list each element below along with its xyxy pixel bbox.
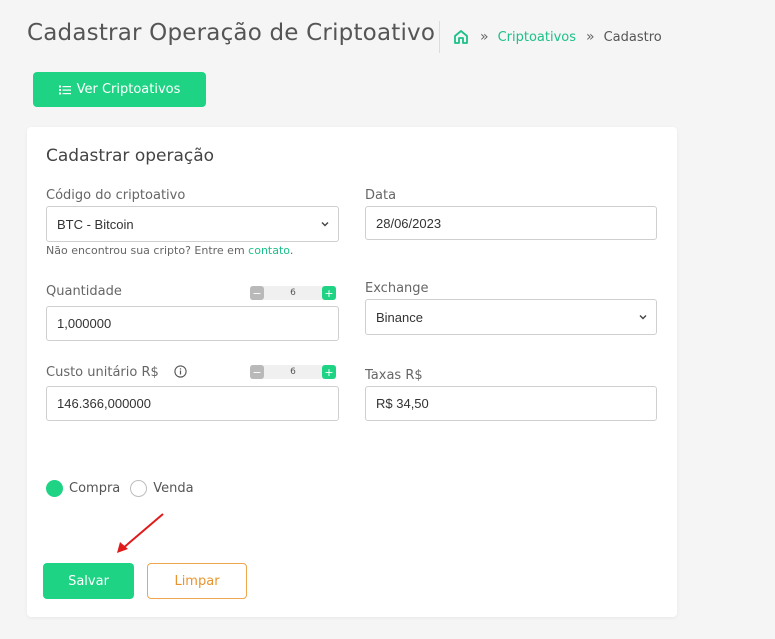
view-cryptoassets-button[interactable]: Ver Criptoativos: [33, 72, 206, 107]
home-icon[interactable]: [452, 28, 470, 46]
unit-cost-label: Custo unitário R$: [46, 365, 159, 380]
quantity-input[interactable]: 1,000000: [46, 306, 339, 341]
radio-venda-label: Venda: [153, 481, 194, 496]
contact-link[interactable]: contato: [248, 244, 290, 257]
quantity-decimals-value: 6: [290, 288, 296, 298]
info-icon[interactable]: [174, 365, 187, 378]
unit-cost-decimals-stepper: − 6 +: [250, 365, 336, 379]
fees-value: R$ 34,50: [376, 396, 429, 411]
breadcrumb-separator: »: [480, 29, 489, 45]
list-icon: [58, 85, 71, 95]
breadcrumb: » Criptoativos » Cadastro: [452, 26, 662, 48]
crypto-code-select[interactable]: BTC - Bitcoin: [46, 206, 339, 242]
chevron-down-icon: [320, 219, 330, 229]
exchange-select[interactable]: Binance: [365, 299, 657, 335]
hint-end: .: [289, 244, 294, 257]
radio-unselected-icon: [130, 480, 148, 497]
crypto-code-label: Código do criptoativo: [46, 188, 186, 203]
date-label: Data: [365, 188, 397, 203]
date-input[interactable]: 28/06/2023: [365, 206, 657, 240]
exchange-value: Binance: [376, 309, 423, 325]
increase-decimals-button[interactable]: +: [321, 286, 336, 300]
operation-type-radio-group: Compra Venda: [46, 480, 204, 497]
decrease-decimals-button[interactable]: −: [250, 286, 264, 300]
crypto-code-value: BTC - Bitcoin: [57, 216, 134, 232]
fees-label: Taxas R$: [365, 368, 423, 383]
quantity-decimals-stepper: − 6 +: [250, 286, 336, 300]
view-cryptoassets-label: Ver Criptoativos: [76, 82, 181, 97]
unit-cost-input[interactable]: 146.366,000000: [46, 386, 339, 421]
date-value: 28/06/2023: [376, 215, 442, 231]
chevron-down-icon: [638, 312, 648, 322]
decrease-decimals-button[interactable]: −: [250, 365, 264, 379]
breadcrumb-current: Cadastro: [603, 29, 662, 45]
increase-decimals-button[interactable]: +: [321, 365, 336, 379]
unit-cost-value: 146.366,000000: [57, 396, 151, 411]
red-arrow-annotation: [117, 513, 164, 553]
radio-selected-icon: [46, 480, 63, 497]
clear-button[interactable]: Limpar: [147, 563, 247, 599]
breadcrumb-link-criptoativos[interactable]: Criptoativos: [498, 30, 576, 45]
form-title: Cadastrar operação: [46, 146, 215, 166]
radio-compra-label: Compra: [69, 481, 121, 496]
hint-text: Não encontrou sua cripto? Entre em: [46, 244, 249, 257]
exchange-label: Exchange: [365, 281, 429, 296]
crypto-not-found-hint: Não encontrou sua cripto? Entre em conta…: [46, 244, 293, 257]
fees-input[interactable]: R$ 34,50: [365, 386, 657, 421]
unit-cost-decimals-value: 6: [290, 367, 296, 377]
page-title: Cadastrar Operação de Criptoativo: [27, 20, 436, 46]
quantity-value: 1,000000: [57, 316, 112, 331]
radio-venda[interactable]: Venda: [130, 480, 194, 497]
breadcrumb-separator: »: [586, 29, 595, 45]
quantity-label: Quantidade: [46, 284, 122, 299]
title-divider: [439, 21, 440, 53]
radio-compra[interactable]: Compra: [46, 480, 120, 497]
save-button[interactable]: Salvar: [43, 563, 134, 599]
